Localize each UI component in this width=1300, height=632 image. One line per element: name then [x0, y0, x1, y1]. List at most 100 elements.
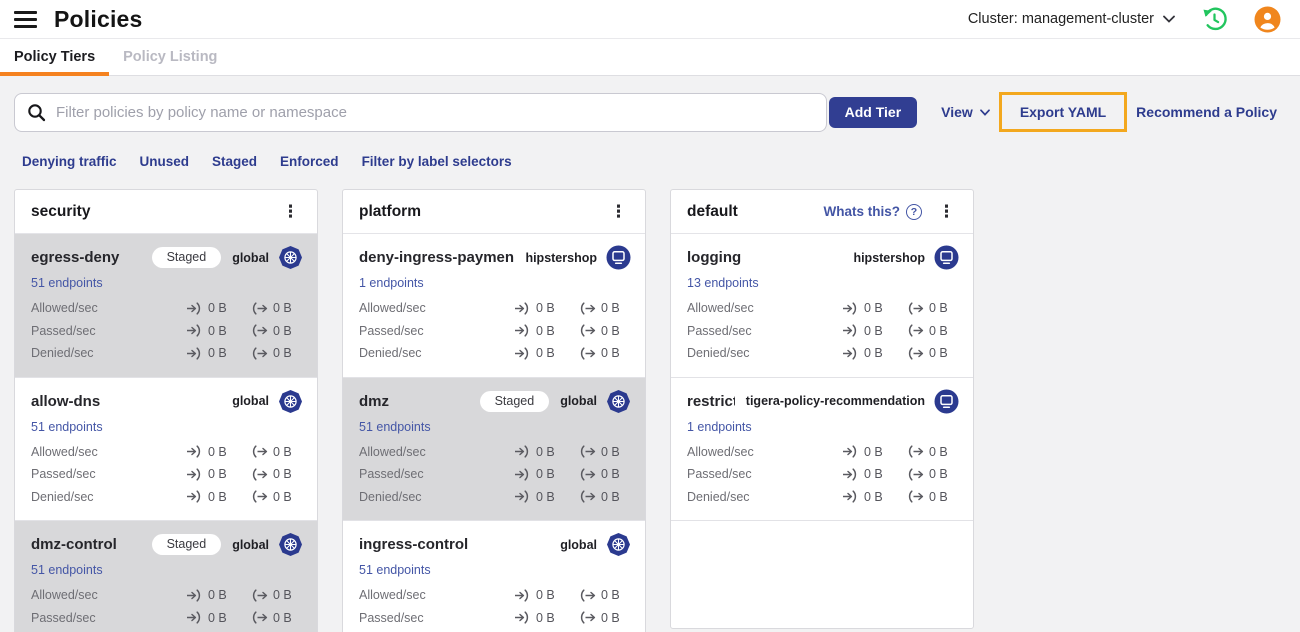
metric-ingress-value: 0 B [536, 301, 555, 316]
metric-label: Allowed/sec [31, 444, 98, 459]
add-tier-button[interactable]: Add Tier [828, 96, 918, 128]
metric-egress-value: 0 B [273, 444, 292, 459]
metric-label: Denied/sec [687, 489, 750, 504]
policy-list: egress-deny Staged global 51 endpoints A… [15, 234, 317, 632]
metrics: Allowed/sec 0 B [359, 584, 631, 632]
policy-scope-label: global [560, 394, 597, 408]
egress-icon [579, 589, 596, 602]
policy-card[interactable]: logging hipstershop 13 endpoints Allowed… [671, 234, 973, 378]
egress-icon [579, 347, 596, 360]
tier-menu-icon[interactable]: ⋮ [276, 201, 305, 222]
metric-ingress-value: 0 B [536, 489, 555, 504]
ingress-icon [514, 324, 531, 337]
metric-label: Allowed/sec [31, 301, 98, 316]
metric-egress-value: 0 B [929, 467, 948, 482]
metric-label: Denied/sec [31, 489, 94, 504]
tab-policy-tiers[interactable]: Policy Tiers [0, 39, 110, 76]
endpoints-link[interactable]: 51 endpoints [31, 420, 103, 434]
metrics: Allowed/sec 0 B [687, 297, 959, 365]
metrics: Allowed/sec 0 B [31, 584, 303, 632]
egress-icon [251, 302, 268, 315]
metric-egress-value: 0 B [273, 323, 292, 338]
policy-scope-label: tigera-policy-recommendation [745, 394, 925, 408]
endpoints-link[interactable]: 51 endpoints [359, 563, 431, 577]
tab-policy-tiers-label: Policy Tiers [14, 49, 96, 65]
policy-scope-label: global [232, 250, 269, 265]
metric-ingress-value: 0 B [208, 301, 227, 316]
endpoints-link[interactable]: 51 endpoints [31, 276, 103, 290]
metric-ingress-value: 0 B [864, 323, 883, 338]
metric-label: Allowed/sec [687, 444, 754, 459]
chevron-down-icon [979, 108, 990, 116]
tab-policy-listing-label: Policy Listing [123, 49, 218, 65]
metric-egress-value: 0 B [929, 323, 948, 338]
tier-column: default Whats this? ? ⋮ logging hipsters… [670, 189, 974, 629]
user-avatar[interactable] [1254, 6, 1281, 33]
ingress-icon [514, 589, 531, 602]
metric-row: Allowed/sec 0 B 0 B [31, 297, 303, 320]
metric-row: Allowed/sec 0 B 0 B [31, 584, 303, 607]
filter-unused[interactable]: Unused [140, 154, 190, 169]
endpoints-link[interactable]: 51 endpoints [359, 420, 431, 434]
search-input[interactable] [56, 103, 814, 121]
policy-scope-label: global [232, 394, 269, 408]
filter-enforced[interactable]: Enforced [280, 154, 339, 169]
ingress-icon [186, 347, 203, 360]
egress-icon [251, 490, 268, 503]
export-yaml-button[interactable]: Export YAML [1020, 104, 1106, 120]
policy-card[interactable]: dmz Staged global 51 endpoints Allowed/s… [343, 377, 645, 521]
policy-list: logging hipstershop 13 endpoints Allowed… [671, 234, 973, 521]
main-content: Add Tier View Export YAML Recommend a Po… [0, 76, 1300, 632]
metric-ingress-value: 0 B [208, 346, 227, 361]
metric-label: Passed/sec [359, 610, 424, 625]
cluster-selector-label: Cluster: management-cluster [967, 11, 1154, 27]
egress-icon [251, 589, 268, 602]
egress-icon [907, 324, 924, 337]
policy-card[interactable]: allow-dns global 51 endpoints Allowed/se… [15, 377, 317, 521]
metric-egress-value: 0 B [601, 588, 620, 603]
global-policy-icon [278, 389, 303, 414]
policy-name: ingress-control [359, 536, 469, 553]
metric-row: Passed/sec 0 B 0 B [687, 463, 959, 486]
staged-badge: Staged [479, 390, 550, 412]
policy-card[interactable]: deny-ingress-paymentservi… hipstershop 1… [343, 234, 645, 378]
metric-label: Passed/sec [31, 610, 96, 625]
metric-ingress-value: 0 B [208, 489, 227, 504]
policy-card[interactable]: restricted tigera-policy-recommendation … [671, 377, 973, 521]
filter-denying-traffic[interactable]: Denying traffic [22, 154, 117, 169]
policy-card[interactable]: egress-deny Staged global 51 endpoints A… [15, 234, 317, 378]
tab-policy-listing[interactable]: Policy Listing [109, 39, 231, 75]
endpoints-link[interactable]: 13 endpoints [687, 276, 759, 290]
policy-name: restricted [687, 392, 735, 410]
tier-menu-icon[interactable]: ⋮ [604, 201, 633, 222]
menu-icon[interactable] [14, 10, 37, 28]
policy-name: egress-deny [31, 249, 120, 266]
recommend-policy-button[interactable]: Recommend a Policy [1136, 104, 1277, 120]
metric-egress-value: 0 B [273, 301, 292, 316]
egress-icon [907, 490, 924, 503]
metric-egress-value: 0 B [601, 467, 620, 482]
tier-help-link[interactable]: Whats this? ? [824, 203, 922, 220]
history-icon[interactable] [1201, 6, 1228, 33]
endpoints-link[interactable]: 1 endpoints [687, 420, 752, 434]
metric-label: Passed/sec [31, 467, 96, 482]
metric-row: Passed/sec 0 B 0 B [687, 320, 959, 343]
view-dropdown-button[interactable]: View [941, 104, 990, 120]
endpoints-link[interactable]: 51 endpoints [31, 563, 103, 577]
global-policy-icon [606, 532, 631, 557]
metric-egress-value: 0 B [601, 301, 620, 316]
endpoints-link[interactable]: 1 endpoints [359, 276, 424, 290]
policy-card[interactable]: dmz-control Staged global 51 endpoints A… [15, 521, 317, 632]
egress-icon [907, 347, 924, 360]
quick-filters: Denying traffic Unused Staged Enforced F… [14, 154, 1277, 169]
policy-name: dmz-control [31, 536, 117, 553]
filter-staged[interactable]: Staged [212, 154, 257, 169]
ingress-icon [186, 490, 203, 503]
egress-icon [579, 490, 596, 503]
tier-menu-icon[interactable]: ⋮ [932, 201, 961, 222]
cluster-selector[interactable]: Cluster: management-cluster [968, 11, 1175, 27]
policy-card[interactable]: ingress-control global 51 endpoints Allo… [343, 521, 645, 632]
metric-label: Allowed/sec [687, 301, 754, 316]
metric-egress-value: 0 B [273, 489, 292, 504]
filter-by-label-selectors[interactable]: Filter by label selectors [362, 154, 512, 169]
